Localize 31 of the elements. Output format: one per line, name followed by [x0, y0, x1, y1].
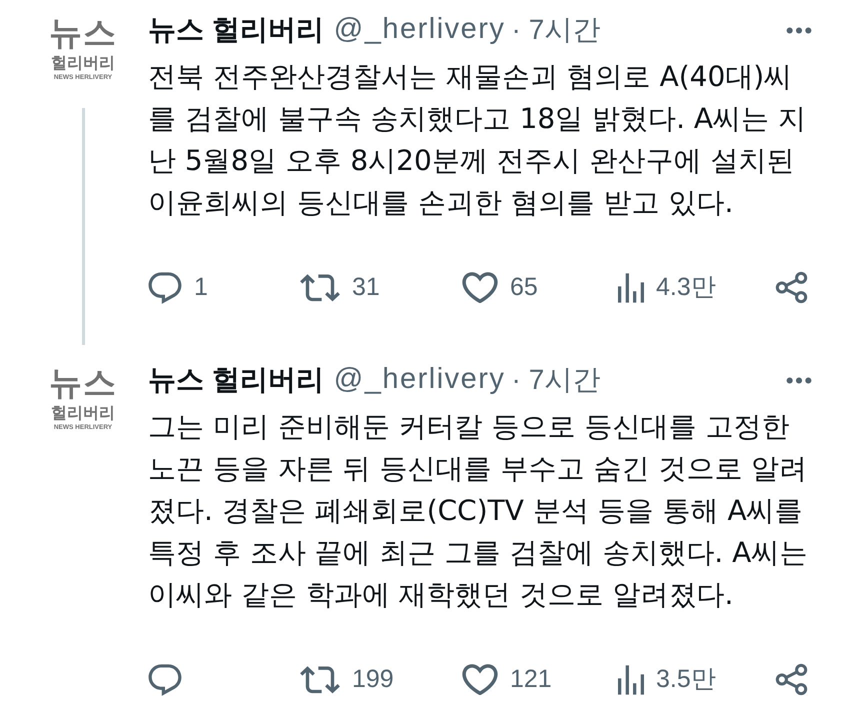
like-button[interactable]: 121: [462, 661, 552, 698]
separator-dot: ·: [511, 13, 521, 47]
views-button[interactable]: 3.5만: [618, 661, 716, 698]
post-time[interactable]: 7시간: [528, 359, 600, 401]
author-name[interactable]: 뉴스 헐리버리: [148, 359, 324, 401]
more-button[interactable]: [786, 26, 812, 34]
retweet-icon: [300, 274, 340, 302]
post-text: 그는 미리 준비해둔 커터칼 등으로 등신대를 고정한 노끈 등을 자른 뒤 등신대를 부수고 숨긴 것으로 알려졌다. 경찰은 폐쇄회로(CC)TV 분석 등을 통해 A씨를 특정 후 조사 끝에 최근 그를 검찰에 송치했다. A씨는 이씨와 같은 학과에 재학했던 것으로 알려졌다.: [148, 409, 808, 613]
author-handle[interactable]: @_herlivery: [334, 358, 506, 402]
more-icon: [786, 376, 812, 384]
author-name[interactable]: 뉴스 헐리버리: [148, 9, 324, 51]
like-button[interactable]: 65: [462, 269, 538, 306]
more-icon: [786, 26, 812, 34]
author-handle[interactable]: @_herlivery: [334, 8, 506, 52]
post-text: 전북 전주완산경찰서는 재물손괴 혐의로 A(40대)씨를 검찰에 불구속 송치했다고 18일 밝혔다. A씨는 지난 5월8일 오후 8시20분께 전주시 완산구에 설치된 이윤희씨의 등신대를 손괴한 혐의를 받고 있다.: [148, 59, 807, 221]
heart-icon: [462, 272, 498, 304]
more-button[interactable]: [786, 376, 812, 384]
separator-dot: ·: [511, 363, 521, 397]
reply-icon: [148, 664, 182, 696]
retweet-button[interactable]: 31: [300, 269, 380, 306]
heart-icon: [462, 664, 498, 696]
views-button[interactable]: 4.3만: [618, 269, 716, 306]
bar-chart-icon: [618, 272, 644, 303]
share-icon: [775, 271, 808, 304]
retweet-button[interactable]: 199: [300, 661, 394, 698]
reply-button[interactable]: 1: [148, 269, 208, 306]
reply-icon: [148, 272, 182, 304]
share-icon: [775, 663, 808, 696]
post-time[interactable]: 7시간: [528, 9, 600, 51]
retweet-icon: [300, 666, 340, 694]
bar-chart-icon: [618, 664, 644, 695]
